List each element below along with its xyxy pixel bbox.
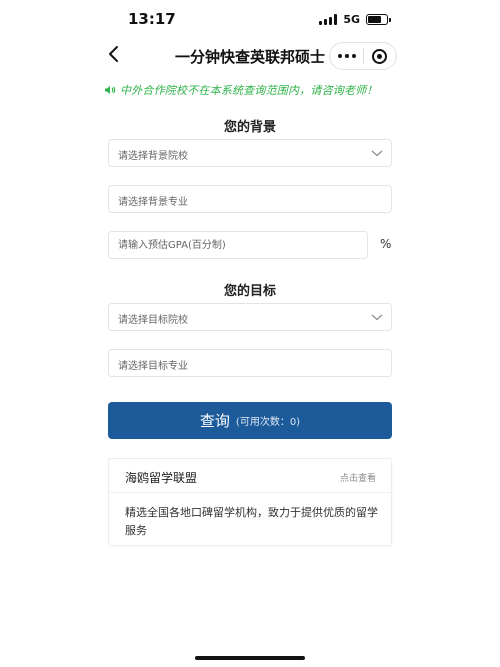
target-school-placeholder: 请选择目标院校	[118, 315, 188, 326]
close-miniprogram-button[interactable]	[364, 43, 396, 69]
signal-icon	[319, 14, 338, 25]
background-major-placeholder: 请选择背景专业	[118, 197, 188, 208]
view-details-link[interactable]: 点击查看	[340, 471, 376, 484]
query-button-label: 查询	[199, 412, 230, 430]
network-label: 5G	[343, 13, 360, 26]
more-button[interactable]	[330, 43, 363, 69]
status-indicators: 5G	[319, 13, 391, 26]
background-major-select[interactable]: 请选择背景专业	[108, 185, 392, 213]
alliance-card: 海鸥留学联盟 点击查看 精选全国各地口碑留学机构，致力于提供优质的留学服务	[108, 458, 392, 546]
target-icon	[372, 48, 388, 64]
gpa-input[interactable]	[109, 232, 367, 258]
background-section-title: 您的背景	[223, 120, 276, 135]
card-description: 精选全国各地口碑留学机构，致力于提供优质的留学服务	[125, 506, 378, 537]
page-title: 一分钟快查英联邦硕士	[174, 48, 325, 66]
nav-bar: 一分钟快查英联邦硕士	[0, 38, 500, 72]
target-section-title: 您的目标	[223, 284, 276, 299]
miniprogram-capsule	[329, 42, 397, 70]
chevron-down-icon	[371, 148, 383, 158]
status-time: 13:17	[128, 10, 176, 28]
target-school-select[interactable]: 请选择目标院校	[108, 303, 392, 331]
query-button[interactable]: 查询 (可用次数：0)	[108, 402, 392, 439]
notice-banner: 中外合作院校不在本系统查询范围内，请咨询老师！	[104, 82, 404, 98]
target-major-placeholder: 请选择目标专业	[118, 361, 188, 372]
chevron-down-icon	[371, 312, 383, 322]
target-major-select[interactable]: 请选择目标专业	[108, 349, 392, 377]
card-title: 海鸥留学联盟	[125, 471, 198, 485]
home-indicator[interactable]	[195, 656, 305, 660]
background-school-select[interactable]: 请选择背景院校	[108, 139, 392, 167]
gpa-unit-label: %	[380, 237, 392, 251]
query-count-label: (可用次数：0)	[235, 417, 301, 428]
speaker-icon	[104, 84, 116, 96]
battery-icon	[366, 14, 391, 25]
status-bar: 13:17 5G	[0, 0, 500, 40]
background-school-placeholder: 请选择背景院校	[118, 151, 188, 162]
card-header: 海鸥留学联盟 点击查看	[109, 459, 391, 493]
gpa-field[interactable]	[108, 231, 368, 259]
more-dots-icon	[337, 54, 342, 58]
notice-text: 中外合作院校不在本系统查询范围内，请咨询老师！	[120, 84, 378, 97]
